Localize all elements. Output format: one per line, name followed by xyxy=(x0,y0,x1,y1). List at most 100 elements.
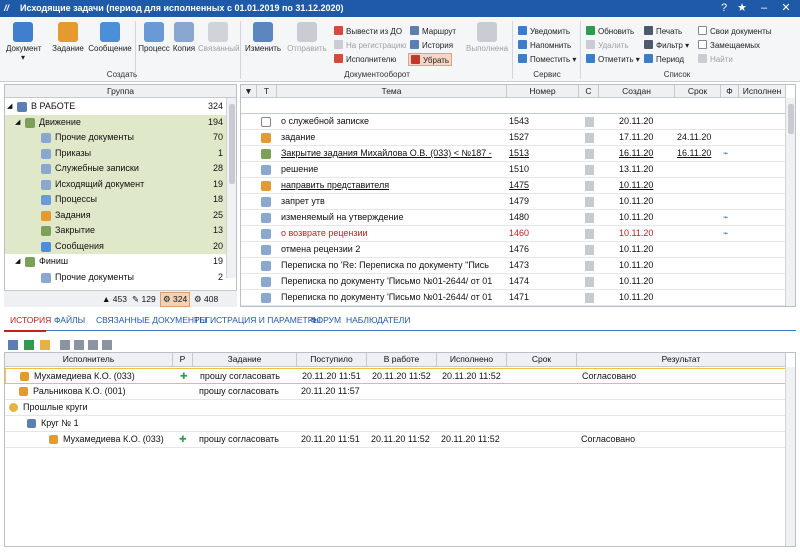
table-row[interactable]: Переписка по 'Re: Переписка по документу… xyxy=(241,258,786,274)
expand-arrow-icon[interactable]: ◢ xyxy=(7,99,12,114)
col-header-status[interactable]: С xyxy=(579,85,599,98)
table-row[interactable]: о возврате рецензии 1460 10.11.20 ⌁ xyxy=(241,226,786,242)
history-group-row[interactable]: Прошлые круги xyxy=(5,400,786,416)
route-button[interactable]: Маршрут xyxy=(410,25,456,38)
history-row[interactable]: Ральникова К.О. (001) прошу согласовать 20… xyxy=(5,384,786,400)
table-row[interactable]: отмена рецензии 2 1476 10.11.20 xyxy=(241,242,786,258)
create-task-button[interactable]: Задание xyxy=(52,20,84,70)
col-header-done[interactable]: Исполнено xyxy=(437,353,507,367)
history-group-row[interactable]: Круг № 1 xyxy=(5,416,786,432)
table-row[interactable]: решение 1510 13.11.20 xyxy=(241,162,786,178)
tree-item[interactable]: ◢ Движение 194 xyxy=(5,114,227,130)
tree-item[interactable]: Закрытие 13 xyxy=(5,223,227,239)
refresh-button[interactable]: Обновить xyxy=(586,25,634,38)
col-header-executor[interactable]: Исполнитель xyxy=(5,353,173,367)
col-header-type[interactable]: Т xyxy=(257,85,277,98)
history-row[interactable]: Мухамедиева К.О. (033) прошу согласовать 2… xyxy=(5,432,786,448)
place-button[interactable]: Поместить ▾ xyxy=(518,53,576,66)
tab-registration[interactable]: РЕГИСТРАЦИЯ И ПАРАМЕТРЫ xyxy=(194,315,321,325)
find-button[interactable]: Найти xyxy=(698,53,733,66)
tree-item[interactable]: Прочие документы 2 xyxy=(5,270,227,286)
tab-files[interactable]: ФАЙЛЫ xyxy=(54,315,85,325)
status-completed[interactable]: ⚙ 408 xyxy=(194,294,218,305)
create-document-button[interactable]: Документ ▾ xyxy=(6,20,42,70)
create-linked-button[interactable]: Связанный xyxy=(198,20,239,70)
col-header-due[interactable]: Срок xyxy=(507,353,577,367)
user-settings-icon[interactable] xyxy=(102,340,112,350)
tab-forum[interactable]: ФОРУМ xyxy=(310,315,341,325)
substituted-checkbox[interactable]: Замещаемых xyxy=(698,39,760,52)
table-row[interactable]: изменяемый на утверждение 1480 10.11.20 ⌁ xyxy=(241,210,786,226)
close-icon[interactable]: ✕ xyxy=(778,1,794,16)
col-header-result[interactable]: Результат xyxy=(577,353,786,367)
history-button[interactable]: История xyxy=(410,39,453,52)
help-icon[interactable]: ? xyxy=(716,1,732,16)
expand-arrow-icon[interactable]: ◢ xyxy=(15,115,20,130)
to-registration-button[interactable]: На регистрацию xyxy=(334,39,406,52)
col-header-theme[interactable]: Тема xyxy=(277,85,507,98)
tree-item[interactable]: ◢ Финиш 19 xyxy=(5,254,227,270)
tree-scrollbar[interactable] xyxy=(226,98,236,278)
attachment-icon[interactable]: ⌁ xyxy=(723,226,728,241)
remove-button[interactable]: Убрать xyxy=(408,53,453,66)
remove-from-docflow-button[interactable]: Вывести из ДО xyxy=(334,25,402,38)
tree-item[interactable]: Задания 25 xyxy=(5,207,227,223)
col-header-received[interactable]: Поступило xyxy=(297,353,367,367)
history-scrollbar[interactable] xyxy=(785,367,795,546)
refresh-icon[interactable] xyxy=(24,340,34,350)
own-documents-checkbox[interactable]: Свои документы xyxy=(698,25,771,38)
complete-button[interactable]: Выполнена xyxy=(466,20,508,70)
col-header-task[interactable]: Задание xyxy=(193,353,297,367)
scroll-thumb[interactable] xyxy=(229,104,235,184)
tree-item[interactable]: Процессы 18 xyxy=(5,192,227,208)
filter-button[interactable]: Фильтр ▾ xyxy=(644,39,689,52)
delete-button[interactable]: Удалить xyxy=(586,39,629,52)
table-row[interactable]: направить представителя 1475 10.11.20 xyxy=(241,178,786,194)
history-row[interactable]: Мухамедиева К.О. (033) прошу согласовать 2… xyxy=(5,368,786,384)
notify-button[interactable]: Уведомить xyxy=(518,25,570,38)
table-row[interactable]: о служебной записке 1543 20.11.20 xyxy=(241,114,786,130)
col-header-r[interactable]: Р xyxy=(173,353,193,367)
edit-icon[interactable] xyxy=(8,340,18,350)
grid-scrollbar[interactable] xyxy=(785,98,795,306)
filter-row[interactable] xyxy=(241,98,786,114)
tree-item[interactable]: Приказы 1 xyxy=(5,145,227,161)
attachment-icon[interactable]: ⌁ xyxy=(723,210,728,225)
table-row[interactable]: Переписка по документу 'Письмо №01-2644/… xyxy=(241,290,786,306)
table-row[interactable]: задание 1527 17.11.20 24.11.20 xyxy=(241,130,786,146)
scroll-thumb[interactable] xyxy=(788,104,794,134)
tree-item[interactable]: Служебные записки 28 xyxy=(5,161,227,177)
change-button[interactable]: Изменить xyxy=(244,20,282,70)
col-header-due[interactable]: Срок xyxy=(675,85,721,98)
create-process-button[interactable]: Процесс xyxy=(137,20,171,70)
expand-arrow-icon[interactable]: ◢ xyxy=(15,254,20,269)
attachment-icon[interactable]: ⌁ xyxy=(723,146,728,161)
col-header-number[interactable]: Номер xyxy=(507,85,579,98)
mark-button[interactable]: Отметить ▾ xyxy=(586,53,640,66)
print-button[interactable]: Печать xyxy=(644,25,682,38)
col-header-executed[interactable]: Исполнен xyxy=(739,85,786,98)
tree-item[interactable]: Сообщения 20 xyxy=(5,238,227,254)
minimize-icon[interactable]: – xyxy=(756,1,772,16)
group-column-header[interactable]: Группа xyxy=(5,85,236,98)
tab-history[interactable]: ИСТОРИЯ xyxy=(10,315,51,325)
table-row[interactable]: запрет утв 1479 10.11.20 xyxy=(241,194,786,210)
tree-item[interactable]: ◢ В РАБОТЕ 324 xyxy=(5,99,227,115)
create-copy-button[interactable]: Копия xyxy=(172,20,196,70)
col-header-inwork[interactable]: В работе xyxy=(367,353,437,367)
tree-item[interactable]: Исходящий документ 19 xyxy=(5,176,227,192)
users-icon[interactable] xyxy=(88,340,98,350)
col-header-file[interactable]: Ф xyxy=(721,85,739,98)
remind-button[interactable]: Напомнить xyxy=(518,39,571,52)
folder-icon[interactable] xyxy=(40,340,50,350)
status-outgoing[interactable]: ▲ 453 xyxy=(102,294,127,304)
col-header-created[interactable]: Создан xyxy=(599,85,675,98)
table-row[interactable]: Переписка по документу 'Письмо №01-2644/… xyxy=(241,274,786,290)
period-button[interactable]: Период xyxy=(644,53,684,66)
table-row[interactable]: Закрытие задания Михайлова О.В. (033) < … xyxy=(241,146,786,162)
favorite-star-icon[interactable]: ★ xyxy=(734,1,750,16)
clock-icon[interactable] xyxy=(74,340,84,350)
send-button[interactable]: Отправить xyxy=(286,20,328,70)
tab-observers[interactable]: НАБЛЮДАТЕЛИ xyxy=(346,315,411,325)
create-message-button[interactable]: Сообщение xyxy=(88,20,132,70)
